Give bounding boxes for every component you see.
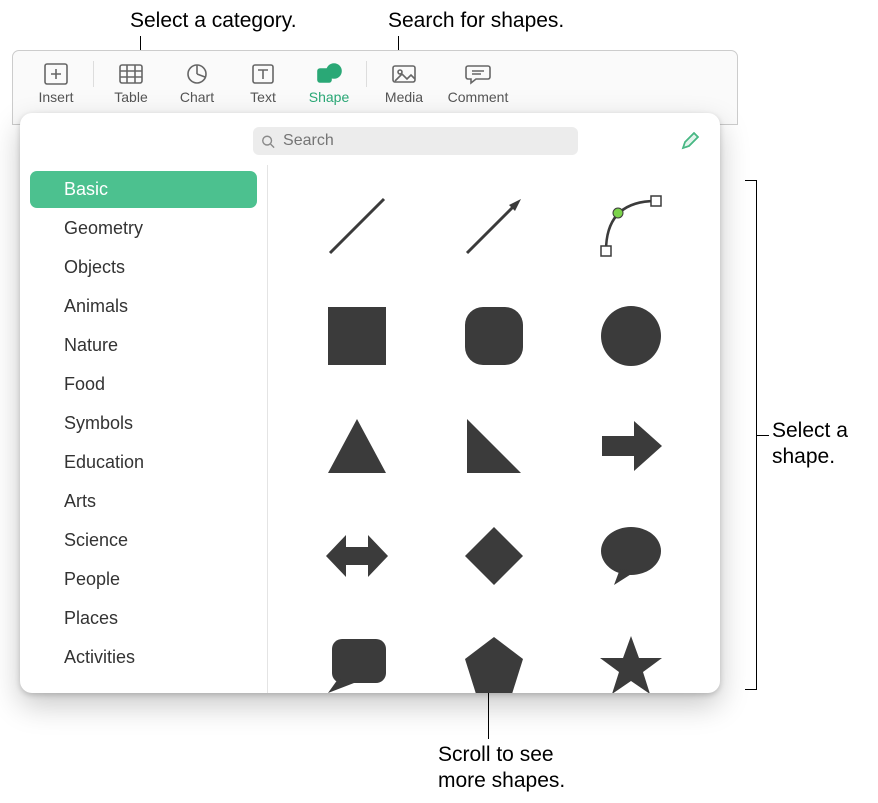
search-box[interactable] (253, 127, 578, 155)
toolbar-label: Comment (448, 89, 509, 105)
double-arrow-icon (322, 521, 392, 591)
text-icon (248, 61, 278, 87)
draw-pen-button[interactable] (678, 129, 702, 153)
toolbar-media[interactable]: Media (371, 61, 437, 105)
shape-grid[interactable] (268, 165, 720, 693)
triangle-icon (322, 411, 392, 481)
category-item-nature[interactable]: Nature (30, 327, 257, 364)
toolbar-label: Chart (180, 89, 214, 105)
category-item-objects[interactable]: Objects (30, 249, 257, 286)
arrow-right-icon (596, 411, 666, 481)
callout-scroll: Scroll to see more shapes. (438, 742, 565, 795)
popover-header (20, 113, 720, 165)
category-item-arts[interactable]: Arts (30, 483, 257, 520)
shape-rounded-square[interactable] (435, 295, 554, 377)
toolbar-label: Media (385, 89, 423, 105)
category-sidebar[interactable]: Basic Geometry Objects Animals Nature Fo… (20, 165, 268, 693)
callout-box-icon (322, 631, 392, 693)
toolbar-label: Text (250, 89, 276, 105)
toolbar-chart[interactable]: Chart (164, 61, 230, 105)
shape-circle[interactable] (571, 295, 690, 377)
shape-popover: Basic Geometry Objects Animals Nature Fo… (20, 113, 720, 693)
arrow-line-icon (459, 191, 529, 261)
shape-arrow-line[interactable] (435, 185, 554, 267)
rounded-square-icon (459, 301, 529, 371)
table-icon (116, 61, 146, 87)
category-item-people[interactable]: People (30, 561, 257, 598)
toolbar-shape[interactable]: Shape (296, 61, 362, 105)
diamond-icon (459, 521, 529, 591)
shape-square[interactable] (298, 295, 417, 377)
curve-icon (596, 191, 666, 261)
comment-icon (463, 61, 493, 87)
shape-diamond[interactable] (435, 515, 554, 597)
search-input[interactable] (281, 131, 570, 151)
shape-icon (314, 61, 344, 87)
search-icon (261, 134, 275, 149)
toolbar-label: Insert (38, 89, 73, 105)
callout-select-shape: Select a shape. (772, 418, 848, 471)
category-item-symbols[interactable]: Symbols (30, 405, 257, 442)
category-item-animals[interactable]: Animals (30, 288, 257, 325)
shape-triangle[interactable] (298, 405, 417, 487)
shape-pentagon[interactable] (435, 625, 554, 693)
right-triangle-icon (459, 411, 529, 481)
toolbar-comment[interactable]: Comment (437, 61, 519, 105)
shape-speech-bubble[interactable] (571, 515, 690, 597)
toolbar-label: Table (114, 89, 147, 105)
category-item-science[interactable]: Science (30, 522, 257, 559)
category-item-basic[interactable]: Basic (30, 171, 257, 208)
line-icon (322, 191, 392, 261)
square-icon (322, 301, 392, 371)
shape-line[interactable] (298, 185, 417, 267)
category-item-places[interactable]: Places (30, 600, 257, 637)
shape-curve[interactable] (571, 185, 690, 267)
circle-icon (596, 301, 666, 371)
shape-arrow-right[interactable] (571, 405, 690, 487)
toolbar-label: Shape (309, 89, 349, 105)
insert-icon (41, 61, 71, 87)
media-icon (389, 61, 419, 87)
pen-icon (680, 131, 700, 151)
category-item-geometry[interactable]: Geometry (30, 210, 257, 247)
callout-bracket (745, 180, 757, 690)
chart-icon (182, 61, 212, 87)
toolbar-insert[interactable]: Insert (23, 61, 89, 105)
shape-double-arrow[interactable] (298, 515, 417, 597)
callout-search: Search for shapes. (388, 8, 564, 34)
shape-star[interactable] (571, 625, 690, 693)
category-item-food[interactable]: Food (30, 366, 257, 403)
callout-category: Select a category. (130, 8, 297, 34)
pentagon-icon (459, 631, 529, 693)
shape-callout-box[interactable] (298, 625, 417, 693)
toolbar-table[interactable]: Table (98, 61, 164, 105)
star-icon (596, 631, 666, 693)
toolbar-text[interactable]: Text (230, 61, 296, 105)
category-item-activities[interactable]: Activities (30, 639, 257, 676)
category-item-education[interactable]: Education (30, 444, 257, 481)
callout-line (757, 435, 769, 436)
speech-bubble-icon (596, 521, 666, 591)
shape-right-triangle[interactable] (435, 405, 554, 487)
